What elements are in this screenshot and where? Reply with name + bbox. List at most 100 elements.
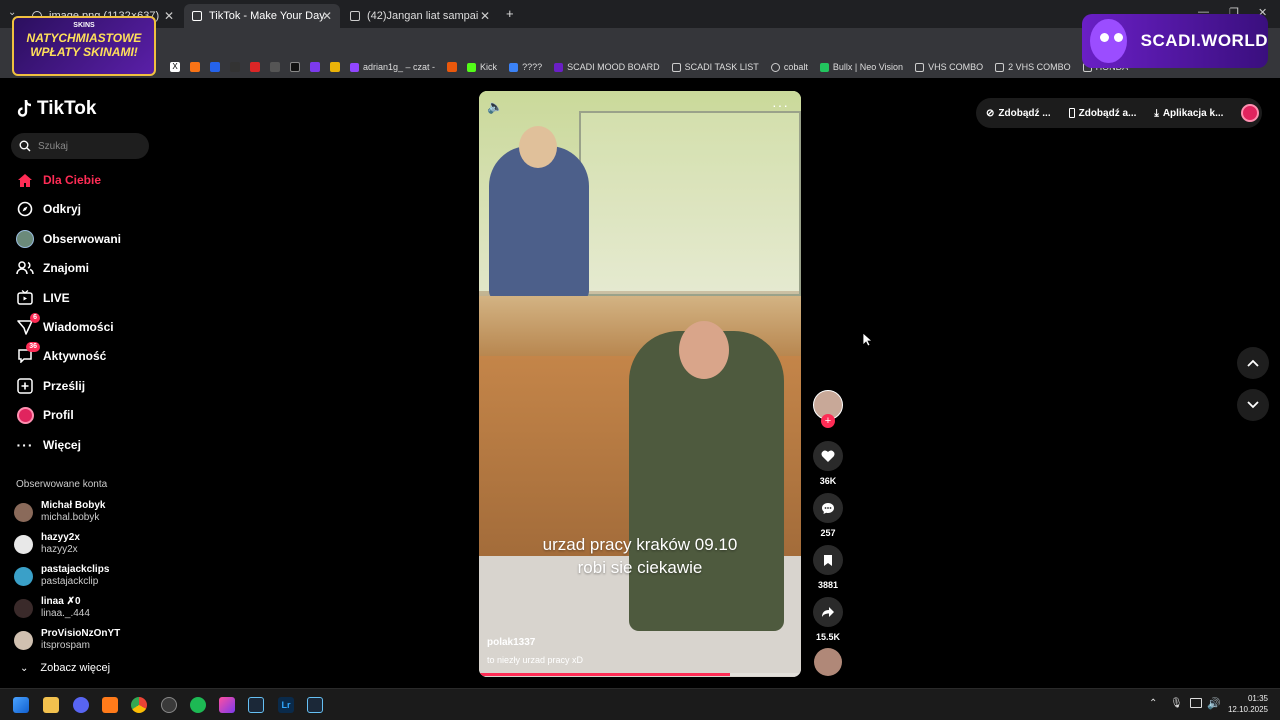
close-tab-icon[interactable]: ✕ [164, 9, 174, 23]
paypal-bookmark-icon[interactable] [210, 62, 220, 72]
chrome-icon[interactable] [131, 697, 147, 713]
x-bookmark-icon[interactable]: X [170, 62, 180, 72]
account-text: linaa ✗0 linaa._.444 [41, 596, 90, 620]
windows-start-icon[interactable] [13, 697, 29, 713]
bookmark-icon[interactable] [330, 62, 340, 72]
followed-account[interactable]: ProVisioNzOnYT itsprospam [14, 628, 120, 652]
bookmark-icon[interactable] [250, 62, 260, 72]
more-options-icon[interactable]: ··· [772, 97, 789, 113]
bookmark-icon [509, 62, 519, 72]
bookmark-folder[interactable]: 2 VHS COMBO [995, 62, 1071, 72]
comment-button[interactable]: 257 [812, 493, 844, 538]
followed-account[interactable]: pastajackclips pastajackclip [14, 564, 109, 588]
follow-plus-icon[interactable]: + [821, 414, 835, 428]
bullx-icon [819, 62, 829, 72]
chevron-up-icon [1247, 359, 1259, 367]
lightroom-icon[interactable]: Lr [278, 697, 294, 713]
bookmark-icon[interactable] [270, 62, 280, 72]
search-bar[interactable]: Szukaj [11, 133, 149, 159]
speaker-icon[interactable]: 🔊 [1207, 697, 1221, 710]
close-tab-icon[interactable]: ✕ [480, 9, 490, 23]
tray-chevron-icon[interactable]: ⌃ [1149, 698, 1157, 709]
bookmark-icon[interactable] [190, 62, 200, 72]
steam-icon[interactable] [248, 697, 264, 713]
user-avatar[interactable] [1241, 104, 1260, 122]
like-count: 36K [819, 476, 837, 486]
video-author[interactable]: polak1337 [487, 637, 535, 648]
sidebar-item-messages[interactable]: 6 Wiadomości [16, 313, 114, 338]
discord-icon[interactable] [73, 697, 89, 713]
sidebar-item-avatar[interactable]: Obserwowani [16, 228, 121, 250]
bookmark-item[interactable]: adrian1g_ – czat - [350, 62, 435, 72]
next-video-button[interactable] [1237, 389, 1269, 421]
search-placeholder: Szukaj [38, 140, 69, 152]
sidebar-item-more[interactable]: ··· Więcej [16, 434, 81, 456]
clock-time: 01:35 [1247, 694, 1268, 703]
share-button[interactable]: 15.5K [812, 597, 844, 642]
see-more-button[interactable]: ⌄ Zobacz więcej [16, 662, 110, 674]
sidebar-item-compass[interactable]: Odkryj [16, 198, 81, 220]
ad-banner-skins[interactable]: SKINS NATYCHMIASTOWE WPŁATY SKINAMI! [12, 16, 156, 76]
bookmark-item[interactable]: Kick [467, 62, 497, 72]
bookmark-label: adrian1g_ – czat - [363, 62, 436, 72]
desktop-app-button[interactable]: ⤓ Aplikacja k... [1154, 108, 1223, 119]
share-icon [813, 597, 843, 627]
new-tab-button[interactable]: + [506, 6, 514, 21]
tiktok-logo[interactable]: TikTok [16, 98, 96, 120]
save-button[interactable]: 3881 [812, 545, 844, 590]
app-icon[interactable] [219, 697, 235, 713]
followed-account[interactable]: hazyy2x hazyy2x [14, 532, 80, 556]
sidebar-item-live[interactable]: LIVE [16, 287, 70, 309]
network-icon[interactable] [1190, 698, 1202, 708]
bookmark-item[interactable]: SCADI MOOD BOARD [554, 62, 660, 72]
sidebar-item-activity[interactable]: 36 Aktywność [16, 342, 106, 367]
bookmark-folder[interactable]: VHS COMBO [915, 62, 983, 72]
tab-tiktok-video[interactable]: (42)Jangan liat sampai akhir ad ✕ [342, 4, 498, 28]
file-explorer-icon[interactable] [43, 697, 59, 713]
sidebar-item-label: Dla Ciebie [43, 173, 102, 187]
upload-icon [16, 377, 34, 395]
video-progress-bar[interactable] [479, 673, 801, 676]
get-app-button[interactable]: Zdobądź a... [1068, 108, 1136, 119]
tab-tiktok[interactable]: TikTok - Make Your Day ✕ [184, 4, 340, 28]
spotify-icon[interactable] [190, 697, 206, 713]
folder-icon [995, 62, 1005, 72]
avatar [14, 502, 33, 522]
bookmark-item[interactable]: ???? [509, 62, 542, 72]
creator-avatar[interactable]: + [812, 390, 844, 428]
close-tab-icon[interactable]: ✕ [322, 9, 332, 23]
sidebar-item-friends[interactable]: Znajomi [16, 257, 89, 279]
bookmark-item[interactable]: Bullx | Neo Vision [819, 62, 903, 72]
sidebar-item-profile[interactable]: Profil [16, 404, 74, 426]
followed-account[interactable]: Michał Bobyk michal.bobyk [14, 500, 105, 524]
previous-video-button[interactable] [1237, 347, 1269, 379]
taskbar-clock[interactable]: 01:35 12.10.2025 [1224, 693, 1268, 715]
followed-account[interactable]: linaa ✗0 linaa._.444 [14, 596, 90, 620]
sidebar-item-label: Profil [43, 408, 74, 423]
volume-icon[interactable]: 🔈 [487, 99, 503, 115]
account-handle: hazyy2x [41, 544, 78, 555]
bookmark-item[interactable]: SCADI TASK LIST [671, 62, 759, 72]
app-icon[interactable] [102, 697, 118, 713]
twitch-icon [350, 62, 359, 72]
bookmark-item[interactable]: cobalt [770, 62, 808, 72]
avatar [14, 566, 33, 586]
video-progress-fill [479, 673, 731, 676]
video-frame-glass [579, 111, 801, 296]
windows-taskbar: Lr ⌃ 🎙 🔊 [0, 688, 1280, 720]
sidebar-item-label: Prześlij [43, 378, 86, 393]
like-button[interactable]: 36K [812, 441, 844, 486]
get-coins-button[interactable]: ⊘ Zdobądź ... [986, 108, 1051, 119]
bookmark-icon[interactable] [310, 62, 320, 72]
bookmark-icon[interactable] [447, 62, 458, 72]
tip-bookmark-icon[interactable] [230, 62, 240, 72]
steam-icon[interactable] [307, 697, 323, 713]
ad-banner-scadi[interactable]: SCADI.WORLD [1082, 14, 1268, 68]
app-icon[interactable] [161, 697, 177, 713]
microphone-icon[interactable]: 🎙 [1170, 698, 1183, 709]
sound-avatar[interactable] [812, 648, 844, 676]
sidebar-item-upload[interactable]: Prześlij [16, 375, 85, 397]
sidebar-item-home[interactable]: Dla Ciebie [16, 169, 101, 191]
video-player[interactable]: 🔈 ··· urzad pracy kraków 09.10 robi sie … [479, 91, 801, 677]
tiktok-bookmark-icon[interactable] [290, 62, 300, 72]
